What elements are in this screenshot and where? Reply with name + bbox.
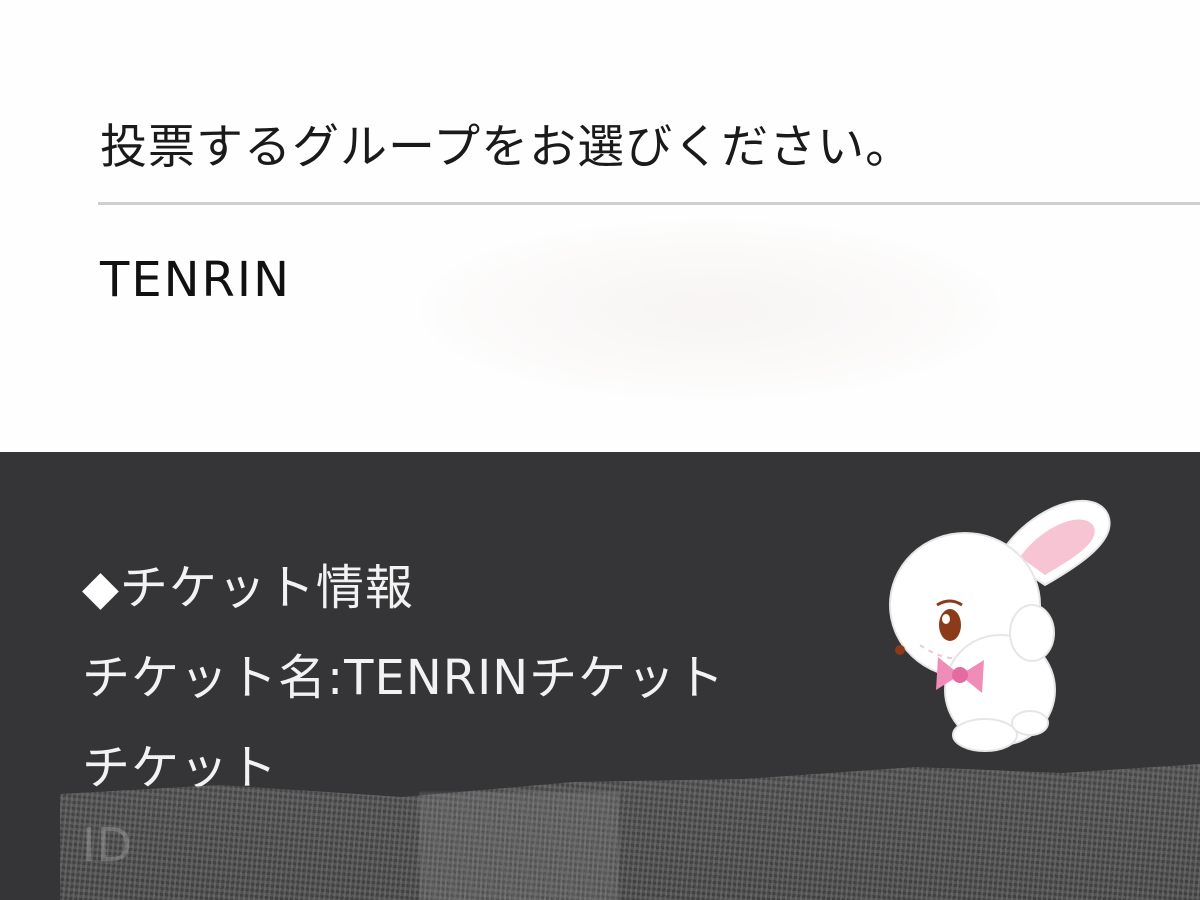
- diamond-icon: ◆: [82, 560, 120, 616]
- redaction-smudge: [420, 220, 1000, 400]
- vote-prompt: 投票するグループをお選びください。: [100, 120, 914, 175]
- ticket-info-heading: ◆チケット情報: [82, 548, 414, 618]
- divider: [98, 202, 1200, 205]
- vote-panel: 投票するグループをお選びください。 TENRIN: [0, 0, 1200, 452]
- redaction-scribble-highlight: [420, 792, 620, 900]
- bunny-sticker-icon: [889, 499, 1111, 752]
- ticket-name-line: チケット名:TENRINチケット: [82, 650, 726, 706]
- ticket-heading-text: チケット情報: [119, 560, 414, 616]
